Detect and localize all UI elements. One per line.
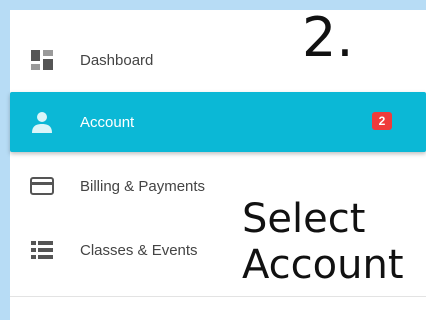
sidebar-item-label: Classes & Events: [80, 241, 198, 259]
step-number-annotation: 2.: [302, 6, 354, 69]
sidebar-item-account[interactable]: Account 2: [10, 92, 426, 152]
instruction-annotation: Select Account: [242, 196, 404, 288]
instruction-line-1: Select: [242, 196, 366, 242]
sidebar-item-label: Dashboard: [80, 51, 154, 69]
list-icon: [30, 238, 54, 262]
instruction-line-2: Account: [242, 242, 404, 288]
sidebar-item-label: Billing & Payments: [80, 177, 206, 195]
sidebar-item-label: Account: [80, 113, 135, 131]
divider: [10, 296, 426, 297]
notification-badge: 2: [372, 112, 392, 130]
sidebar-item-dashboard[interactable]: Dashboard: [10, 30, 426, 90]
credit-card-icon: [30, 174, 54, 198]
dashboard-icon: [30, 48, 54, 72]
user-icon: [30, 110, 54, 134]
